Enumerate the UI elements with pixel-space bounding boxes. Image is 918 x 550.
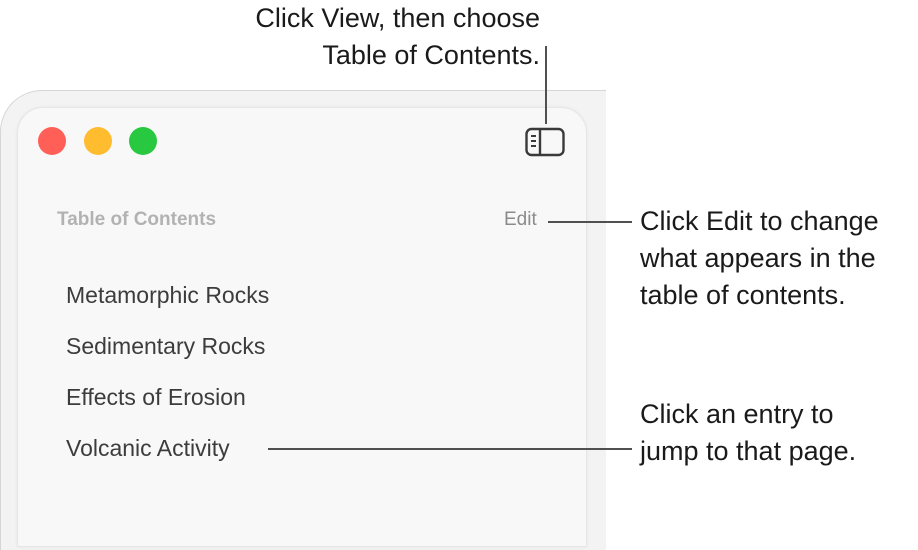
callout-edit-line3: table of contents. (640, 280, 846, 310)
toc-entry-effects-of-erosion[interactable]: Effects of Erosion (66, 384, 246, 411)
callout-view-line1: Click View, then choose (255, 3, 540, 33)
callout-edit-line1: Click Edit to change (640, 206, 879, 236)
zoom-button[interactable] (129, 127, 157, 155)
callout-edit-leader (548, 221, 632, 223)
toc-entry-sedimentary-rocks[interactable]: Sedimentary Rocks (66, 333, 265, 360)
callout-entry-line2: jump to that page. (640, 436, 857, 466)
sidebar-toggle-icon[interactable] (525, 127, 565, 157)
minimize-button[interactable] (84, 127, 112, 155)
toc-entry-volcanic-activity[interactable]: Volcanic Activity (66, 435, 230, 462)
close-button[interactable] (38, 127, 66, 155)
sidebar-panel (17, 107, 587, 547)
callout-view: Click View, then choose Table of Content… (255, 0, 540, 74)
callout-entry: Click an entry to jump to that page. (640, 396, 856, 470)
toc-entry-metamorphic-rocks[interactable]: Metamorphic Rocks (66, 282, 269, 309)
toc-heading: Table of Contents (57, 209, 217, 230)
callout-view-line2: Table of Contents. (322, 40, 540, 70)
callout-entry-leader (268, 448, 632, 450)
callout-view-leader (545, 46, 547, 124)
edit-button[interactable]: Edit (504, 209, 537, 231)
callout-edit-line2: what appears in the (640, 243, 876, 273)
callout-entry-line1: Click an entry to (640, 399, 834, 429)
callout-edit: Click Edit to change what appears in the… (640, 203, 879, 314)
